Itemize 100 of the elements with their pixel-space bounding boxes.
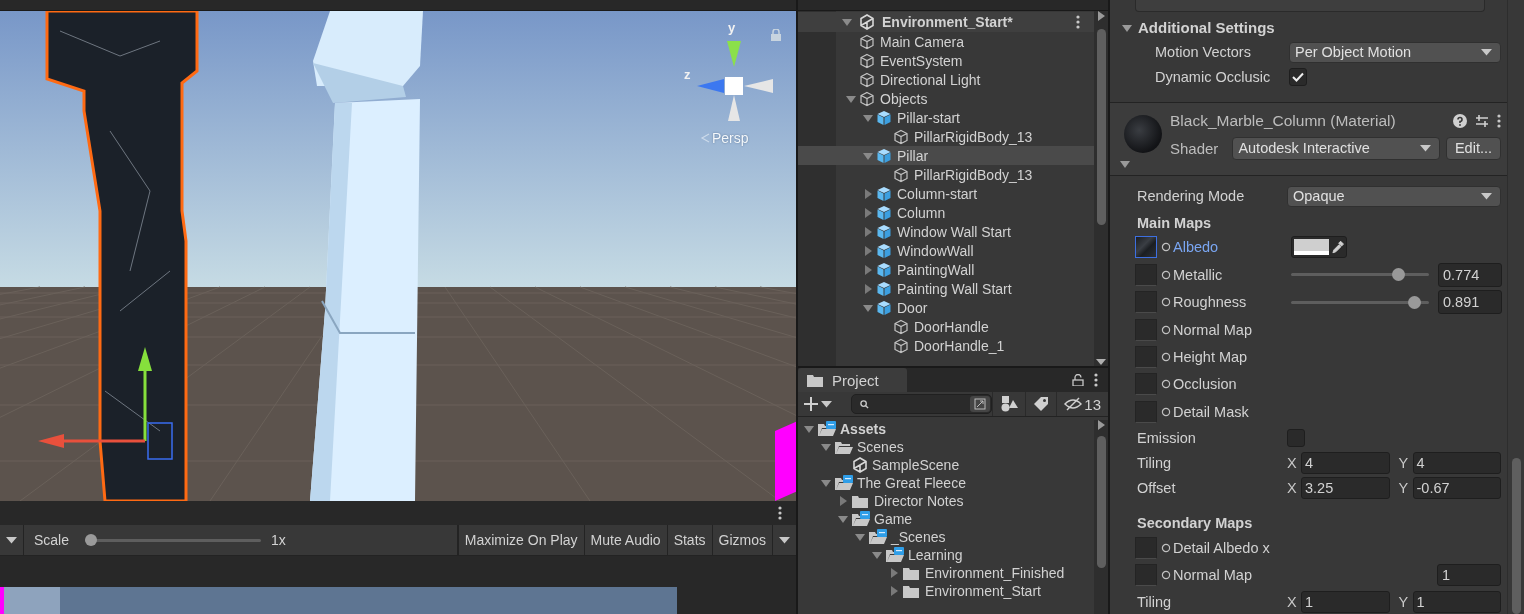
hierarchy-item[interactable]: EventSystem — [798, 51, 1094, 70]
hierarchy-item[interactable]: DoorHandle_1 — [798, 336, 1094, 355]
link-dot-icon[interactable] — [1161, 297, 1171, 308]
foldout-arrow-icon[interactable] — [1120, 159, 1130, 169]
link-dot-icon[interactable] — [1161, 379, 1171, 390]
slider-thumb[interactable] — [85, 533, 98, 546]
shader-dropdown[interactable]: Autodesk Interactive — [1232, 136, 1440, 160]
expanded-arrow-icon[interactable] — [842, 17, 852, 27]
checkmark-icon — [1292, 72, 1304, 83]
project-tree-item[interactable]: Game — [798, 510, 1094, 528]
hierarchy-item[interactable]: Objects — [798, 89, 1094, 108]
hierarchy-item[interactable]: Directional Light — [798, 70, 1094, 89]
more-options-icon[interactable] — [1076, 15, 1080, 29]
slider-thumb[interactable] — [1407, 295, 1421, 309]
hierarchy-item[interactable]: PillarRigidBody_13 — [798, 165, 1094, 184]
project-tree-item[interactable]: The Great Fleece — [798, 474, 1094, 492]
project-tree-item[interactable]: Learning — [798, 546, 1094, 564]
link-dot-icon[interactable] — [1161, 542, 1171, 553]
scene-header[interactable]: Environment_Start* — [798, 12, 1094, 32]
help-icon[interactable] — [1453, 113, 1467, 128]
number-field[interactable]: 3.25 — [1301, 476, 1390, 499]
hierarchy-item[interactable]: Painting Wall Start — [798, 279, 1094, 298]
number-field[interactable]: -0.67 — [1412, 476, 1501, 499]
project-tab[interactable]: Project — [798, 368, 907, 392]
scrollbar[interactable] — [1094, 420, 1108, 614]
number-field[interactable]: 1 — [1412, 590, 1501, 613]
cube-outline-icon — [893, 166, 909, 183]
collapsed-arrow-icon[interactable] — [863, 245, 873, 256]
expanded-arrow-icon[interactable] — [863, 112, 873, 123]
project-tree-item[interactable]: Environment_Start — [798, 582, 1094, 600]
lock-icon[interactable] — [1072, 374, 1084, 386]
project-tree-item[interactable]: Environment_Finished — [798, 564, 1094, 582]
expanded-arrow-icon[interactable] — [872, 550, 882, 560]
hierarchy-item[interactable]: Main Camera — [798, 32, 1094, 51]
link-dot-icon[interactable] — [1161, 570, 1171, 581]
caret-icon — [821, 400, 832, 408]
link-dot-icon[interactable] — [1161, 324, 1171, 335]
foldout-arrow-icon[interactable] — [1122, 22, 1132, 33]
hierarchy-item[interactable]: Window Wall Start — [798, 222, 1094, 241]
expanded-arrow-icon[interactable] — [863, 302, 873, 313]
project-tree-item[interactable]: Assets — [798, 420, 1094, 438]
map-label: Normal Map — [1173, 567, 1253, 584]
hidden-packages-button[interactable]: 13 — [1056, 392, 1108, 416]
collapsed-arrow-icon[interactable] — [863, 226, 873, 237]
hierarchy-item[interactable]: Column-start — [798, 184, 1094, 203]
more-options-icon[interactable] — [1497, 113, 1501, 128]
checkbox[interactable] — [1289, 68, 1307, 87]
hierarchy-item[interactable]: Column — [798, 203, 1094, 222]
expanded-arrow-icon[interactable] — [846, 93, 856, 104]
foldout-header[interactable]: Additional Settings — [1110, 16, 1507, 40]
scrollbar[interactable] — [1094, 11, 1108, 366]
collapsed-arrow-icon[interactable] — [838, 496, 848, 506]
expand-search-icon[interactable] — [970, 396, 991, 412]
link-dot-icon[interactable] — [1161, 242, 1171, 253]
number-field[interactable]: 4 — [1301, 451, 1390, 474]
project-tree-item[interactable]: Scenes — [798, 438, 1094, 456]
collapsed-arrow-icon[interactable] — [889, 568, 899, 578]
expanded-arrow-icon[interactable] — [804, 424, 814, 434]
collapsed-arrow-icon[interactable] — [863, 283, 873, 294]
hierarchy-item[interactable]: DoorHandle — [798, 317, 1094, 336]
texture-slot[interactable] — [1135, 236, 1157, 259]
checkbox[interactable] — [1287, 429, 1305, 447]
dropdown[interactable]: Per Object Motion — [1289, 41, 1501, 63]
more-options-icon[interactable] — [1094, 373, 1098, 387]
collapsed-arrow-icon[interactable] — [863, 188, 873, 199]
project-tree-item[interactable]: SampleScene — [798, 456, 1094, 474]
dropdown[interactable]: Opaque — [1287, 185, 1501, 207]
expanded-arrow-icon[interactable] — [855, 532, 865, 542]
scrollbar[interactable] — [1507, 0, 1524, 614]
project-tree-item[interactable]: _Scenes — [798, 528, 1094, 546]
hierarchy-item[interactable]: PillarRigidBody_13 — [798, 127, 1094, 146]
more-options-icon[interactable] — [778, 506, 782, 520]
color-field[interactable] — [1291, 236, 1347, 259]
expanded-arrow-icon[interactable] — [821, 442, 831, 452]
number-field[interactable]: 0.891 — [1438, 290, 1502, 315]
eyedropper-icon[interactable] — [1330, 240, 1344, 255]
slider-thumb[interactable] — [1391, 268, 1405, 282]
expanded-arrow-icon[interactable] — [838, 514, 848, 524]
number-field[interactable]: 0.774 — [1438, 262, 1502, 287]
edit-button[interactable]: Edit... — [1445, 136, 1501, 160]
link-dot-icon[interactable] — [1161, 269, 1171, 280]
number-field[interactable]: 1 — [1301, 590, 1390, 613]
collapsed-arrow-icon[interactable] — [863, 264, 873, 275]
hierarchy-item[interactable]: WindowWall — [798, 241, 1094, 260]
expanded-arrow-icon[interactable] — [821, 478, 831, 488]
collapsed-arrow-icon[interactable] — [863, 207, 873, 218]
number-field[interactable]: 1 — [1437, 564, 1501, 587]
scroll-down-icon[interactable] — [1096, 358, 1106, 366]
collapsed-arrow-icon[interactable] — [889, 586, 899, 596]
link-dot-icon[interactable] — [1161, 351, 1171, 362]
hierarchy-item[interactable]: Pillar-start — [798, 108, 1094, 127]
link-dot-icon[interactable] — [1161, 406, 1171, 417]
project-tree-item[interactable]: Director Notes — [798, 492, 1094, 510]
hierarchy-item[interactable]: PaintingWall — [798, 260, 1094, 279]
number-field[interactable]: 4 — [1412, 451, 1501, 474]
expanded-arrow-icon[interactable] — [863, 150, 873, 161]
hierarchy-item[interactable]: Door — [798, 298, 1094, 317]
hierarchy-item[interactable]: Pillar — [798, 146, 1094, 165]
sliders-icon[interactable] — [1475, 113, 1489, 128]
search-field[interactable] — [851, 394, 993, 414]
